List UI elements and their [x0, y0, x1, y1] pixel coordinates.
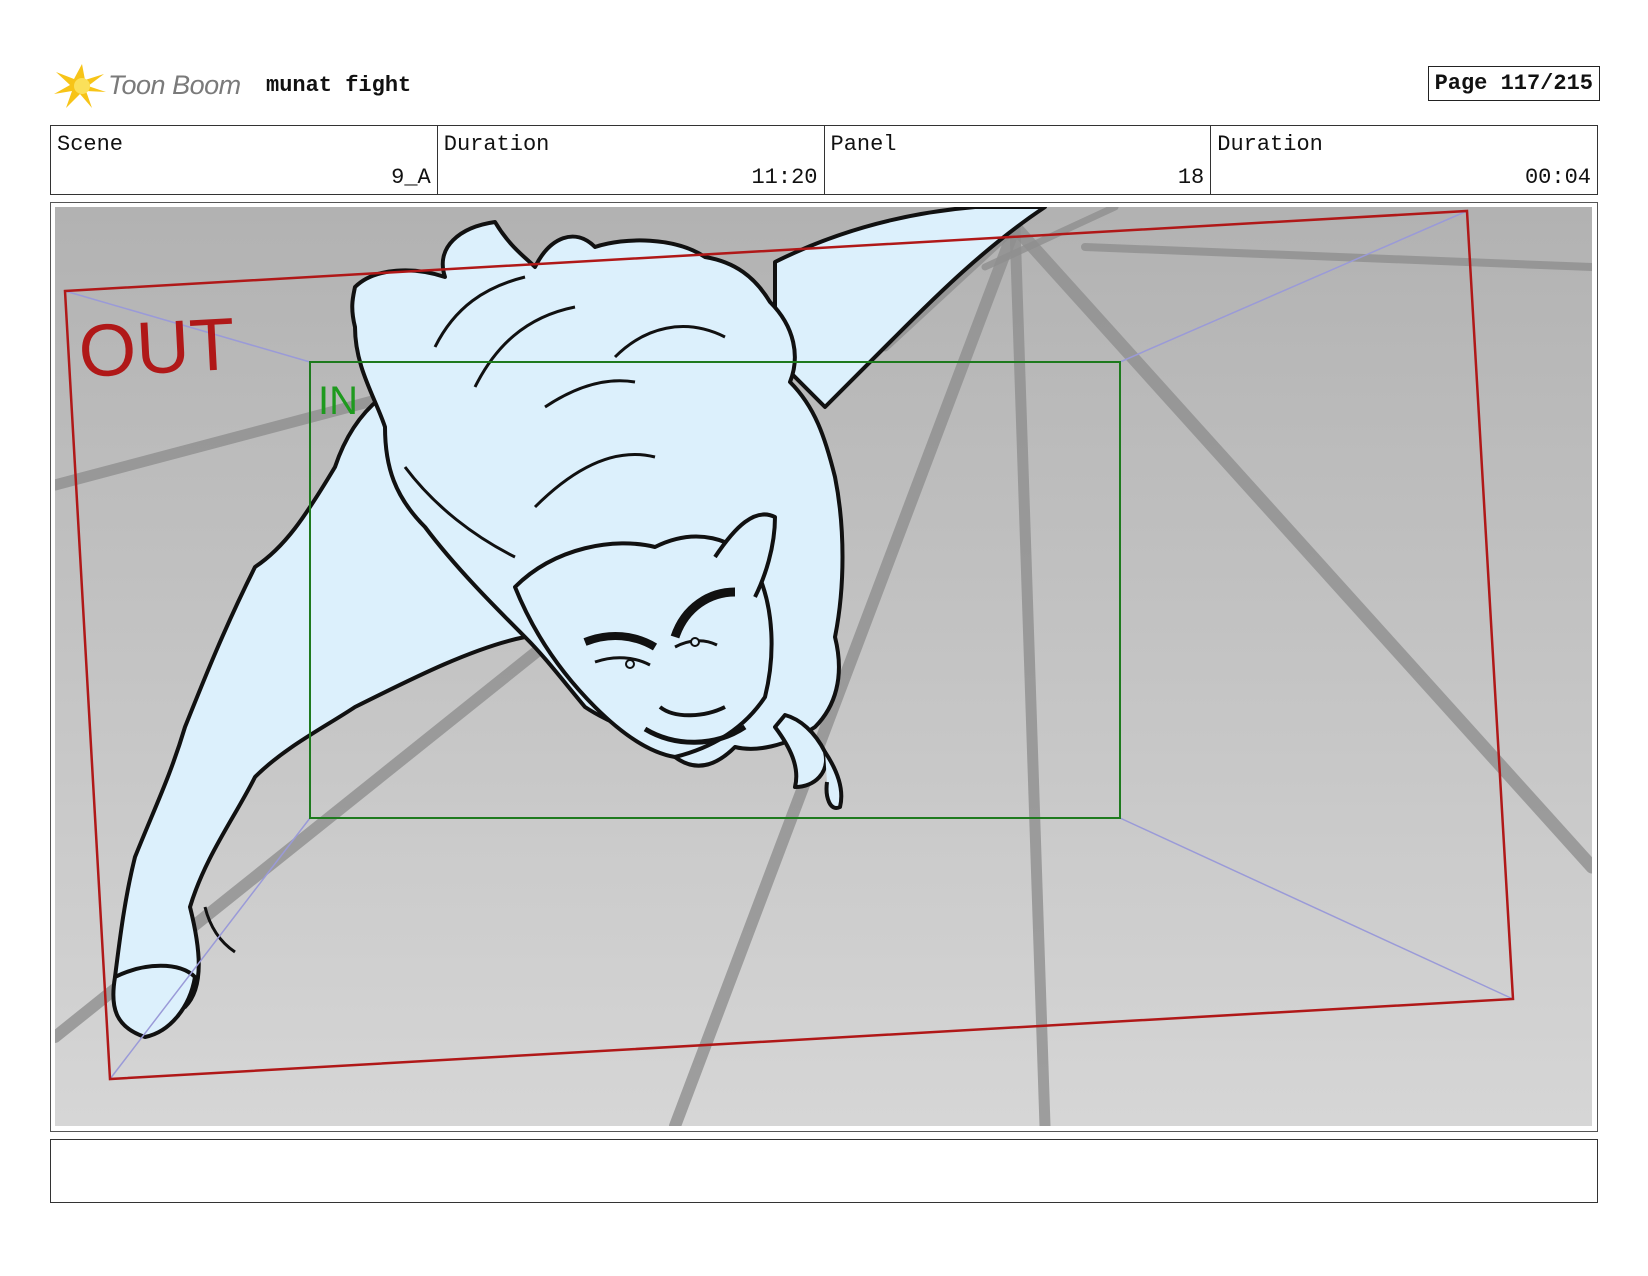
- panel-cell: Panel 18: [825, 126, 1212, 194]
- scene-cell: Scene 9_A: [51, 126, 438, 194]
- panel-duration-label: Duration: [1217, 132, 1323, 157]
- scene-duration-cell: Duration 11:20: [438, 126, 825, 194]
- panel-drawing: OUT IN: [55, 207, 1592, 1126]
- panel-label: Panel: [830, 132, 897, 157]
- scene-duration-value: 11:20: [751, 165, 818, 190]
- in-label: IN: [318, 379, 358, 423]
- logo-text: Toon Boom: [108, 70, 241, 100]
- scene-duration-label: Duration: [443, 132, 550, 157]
- page-number: Page 117/215: [1427, 66, 1600, 101]
- scene-label: Scene: [57, 132, 124, 157]
- panel-artwork: OUT IN: [55, 207, 1592, 1126]
- project-title: munat fight: [266, 73, 412, 98]
- toon-boom-logo: Toon Boom: [52, 58, 252, 114]
- out-label: OUT: [76, 302, 236, 393]
- scene-value: 9_A: [391, 165, 431, 190]
- panel-value: 18: [1177, 165, 1205, 190]
- panel-duration-value: 00:04: [1524, 165, 1591, 190]
- storyboard-header: Toon Boom munat fight Page 117/215: [52, 58, 1600, 118]
- storyboard-panel: OUT IN: [50, 202, 1598, 1132]
- scene-info-table: Scene 9_A Duration 11:20 Panel 18 Durati…: [50, 125, 1598, 195]
- starburst-icon: [54, 64, 106, 108]
- panel-duration-cell: Duration 00:04: [1211, 126, 1597, 194]
- panel-notes: [50, 1139, 1598, 1203]
